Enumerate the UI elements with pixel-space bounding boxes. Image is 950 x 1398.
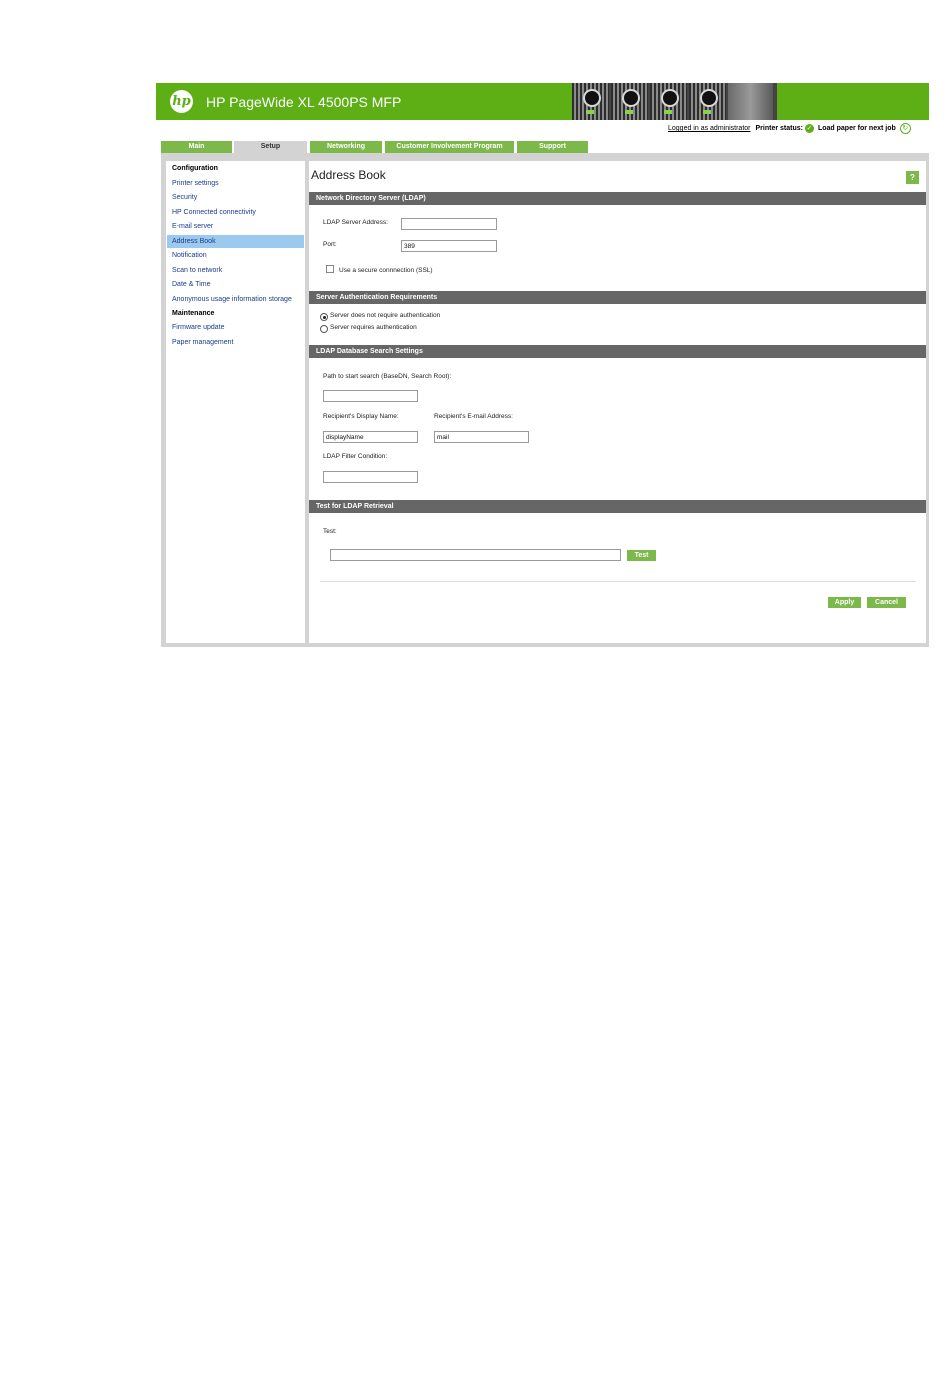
- radio-no-auth[interactable]: [320, 313, 328, 321]
- port-input[interactable]: [401, 240, 497, 252]
- path-label: Path to start search (BaseDN, Search Roo…: [323, 373, 452, 380]
- printer-bay: [572, 83, 609, 120]
- radio-requires-auth[interactable]: [320, 325, 328, 333]
- divider: [320, 581, 916, 582]
- display-name-label: Recipient's Display Name:: [323, 413, 399, 420]
- radio-requires-auth-label: Server requires authentication: [330, 324, 417, 331]
- section-search-heading: LDAP Database Search Settings: [309, 345, 926, 358]
- check-circle-icon: ✓: [804, 124, 814, 133]
- filter-input[interactable]: [323, 471, 418, 483]
- sidebar-item-notification[interactable]: Notification: [172, 252, 207, 259]
- printer-bay: [728, 83, 773, 120]
- sidebar-item-paper-management[interactable]: Paper management: [172, 339, 233, 346]
- sidebar-heading-configuration: Configuration: [172, 165, 218, 172]
- path-input[interactable]: [323, 390, 418, 402]
- sidebar-item-address-book[interactable]: Address Book: [172, 238, 216, 245]
- help-button[interactable]: ?: [906, 171, 919, 184]
- main-panel: [309, 161, 926, 643]
- logged-in-link[interactable]: Logged in as administrator: [668, 125, 751, 132]
- section-ldap-heading: Network Directory Server (LDAP): [309, 192, 926, 205]
- page-title: Address Book: [311, 168, 386, 182]
- product-name: HP PageWide XL 4500PS MFP: [206, 94, 402, 110]
- printer-status-message: Load paper for next job: [817, 125, 896, 132]
- hp-logo: hp: [170, 90, 193, 113]
- ssl-label: Use a secure connnection (SSL): [339, 267, 433, 274]
- cancel-button[interactable]: Cancel: [867, 597, 906, 608]
- section-test-heading: Test for LDAP Retrieval: [309, 500, 926, 513]
- printer-bay: [650, 83, 687, 120]
- tab-customer-involvement[interactable]: Customer Involvement Program: [385, 141, 514, 153]
- printer-bay: [689, 83, 726, 120]
- tab-main[interactable]: Main: [161, 141, 232, 153]
- ssl-checkbox[interactable]: [326, 265, 334, 273]
- sidebar-item-email-server[interactable]: E-mail server: [172, 223, 213, 230]
- port-label: Port:: [323, 241, 337, 248]
- test-label: Test:: [323, 528, 337, 535]
- display-name-input[interactable]: [323, 431, 418, 443]
- sidebar-heading-maintenance: Maintenance: [172, 310, 215, 317]
- tab-support[interactable]: Support: [517, 141, 588, 153]
- printer-image: [572, 83, 777, 120]
- sidebar-item-scan-to-network[interactable]: Scan to network: [172, 267, 222, 274]
- printer-bay: [611, 83, 648, 120]
- sidebar-item-anonymous-usage[interactable]: Anonymous usage information storage: [172, 296, 292, 303]
- tab-networking[interactable]: Networking: [310, 141, 382, 153]
- server-address-input[interactable]: [401, 218, 497, 230]
- server-address-label: LDAP Server Address:: [323, 219, 388, 226]
- tab-setup[interactable]: Setup: [234, 141, 307, 153]
- sidebar-item-hp-connected[interactable]: HP Connected connectivity: [172, 209, 256, 216]
- radio-no-auth-label: Server does not require authentication: [330, 312, 441, 319]
- sidebar: [166, 161, 305, 643]
- sidebar-item-firmware-update[interactable]: Firmware update: [172, 324, 225, 331]
- status-row: Logged in as administrator Printer statu…: [668, 123, 911, 134]
- printer-status-label: Printer status:: [755, 125, 803, 132]
- test-input[interactable]: [330, 549, 621, 561]
- filter-label: LDAP Filter Condition:: [323, 453, 388, 460]
- section-auth-heading: Server Authentication Requirements: [309, 291, 926, 304]
- email-address-input[interactable]: [434, 431, 529, 443]
- sidebar-item-date-time[interactable]: Date & Time: [172, 281, 211, 288]
- apply-button[interactable]: Apply: [828, 597, 861, 608]
- sidebar-item-printer-settings[interactable]: Printer settings: [172, 180, 219, 187]
- test-button[interactable]: Test: [627, 550, 656, 561]
- refresh-icon[interactable]: ↻: [899, 123, 911, 134]
- sidebar-item-security[interactable]: Security: [172, 194, 197, 201]
- email-address-label: Recipient's E-mail Address:: [434, 413, 513, 420]
